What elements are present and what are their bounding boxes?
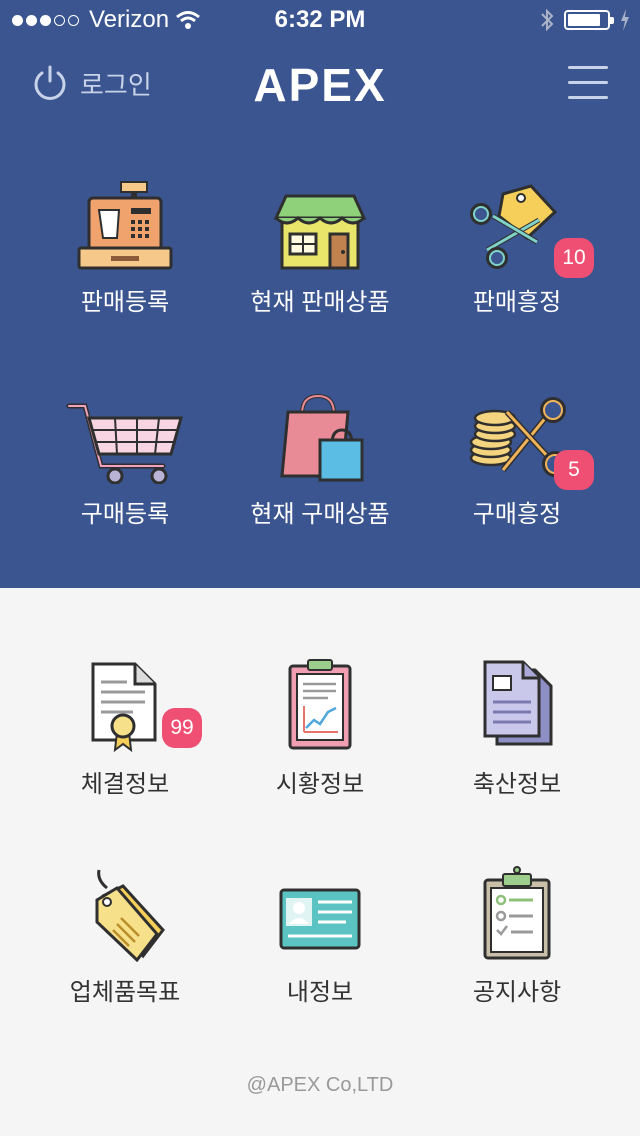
charging-icon [621, 9, 629, 31]
current-sale-items-label: 현재 판매상품 [250, 289, 390, 316]
shopping-bags-icon [280, 393, 364, 482]
purchase-negotiation-badge: 5 [554, 450, 594, 490]
tag-icon [95, 869, 165, 962]
contract-info-badge: 99 [162, 708, 202, 748]
livestock-info-item[interactable]: 축산정보 [427, 658, 607, 799]
sale-register-label: 판매등록 [80, 289, 170, 316]
checklist-clipboard-icon [483, 866, 551, 960]
my-info-item[interactable]: 내정보 [230, 878, 410, 1007]
company-item-list-item[interactable]: 업체품목표 [35, 866, 215, 1007]
company-item-list-label: 업체품목표 [69, 979, 181, 1006]
copyright-footer: @APEX Co,LTD [246, 1074, 394, 1096]
contract-info-label: 체결정보 [80, 771, 170, 798]
purchase-register-item[interactable]: 구매등록 [35, 392, 215, 529]
current-purchase-items-label: 현재 구매상품 [250, 501, 390, 528]
purchase-negotiation-label: 구매흥정 [472, 501, 562, 528]
hamburger-menu-button[interactable] [568, 66, 610, 100]
market-info-label: 시황정보 [275, 771, 365, 798]
id-card-icon [279, 888, 361, 950]
sale-negotiation-badge: 10 [554, 238, 594, 278]
documents-icon [483, 660, 553, 746]
certificate-document-icon [91, 662, 157, 753]
notice-label: 공지사항 [472, 979, 562, 1006]
current-purchase-items-item[interactable]: 현재 구매상품 [230, 392, 410, 529]
clipboard-chart-icon [288, 659, 352, 750]
battery-icon [564, 10, 614, 30]
purchase-register-label: 구매등록 [80, 501, 170, 528]
store-icon [273, 194, 367, 270]
notice-item[interactable]: 공지사항 [427, 866, 607, 1007]
info-menu-panel: 체결정보 99 시황정보 축산정보 업체품목표 내정보 공지사항 [0, 588, 640, 1136]
livestock-info-label: 축산정보 [472, 771, 562, 798]
shopping-cart-icon [66, 403, 183, 484]
status-bar: Verizon 6:32 PM [0, 0, 640, 40]
my-info-label: 내정보 [286, 979, 354, 1006]
main-menu-panel: Verizon 6:32 PM 로그인 APEX 판매등록 현재 판매상품 판매… [0, 0, 640, 588]
coins-scissors-icon [469, 397, 567, 477]
market-info-item[interactable]: 시황정보 [230, 658, 410, 799]
current-sale-items-item[interactable]: 현재 판매상품 [230, 180, 410, 317]
bluetooth-icon [541, 8, 554, 32]
app-logo: APEX [253, 59, 387, 111]
cash-register-icon [77, 181, 173, 270]
price-tag-scissors-icon [470, 184, 558, 269]
sale-register-item[interactable]: 판매등록 [35, 180, 215, 317]
sale-negotiation-label: 판매흥정 [472, 289, 562, 316]
